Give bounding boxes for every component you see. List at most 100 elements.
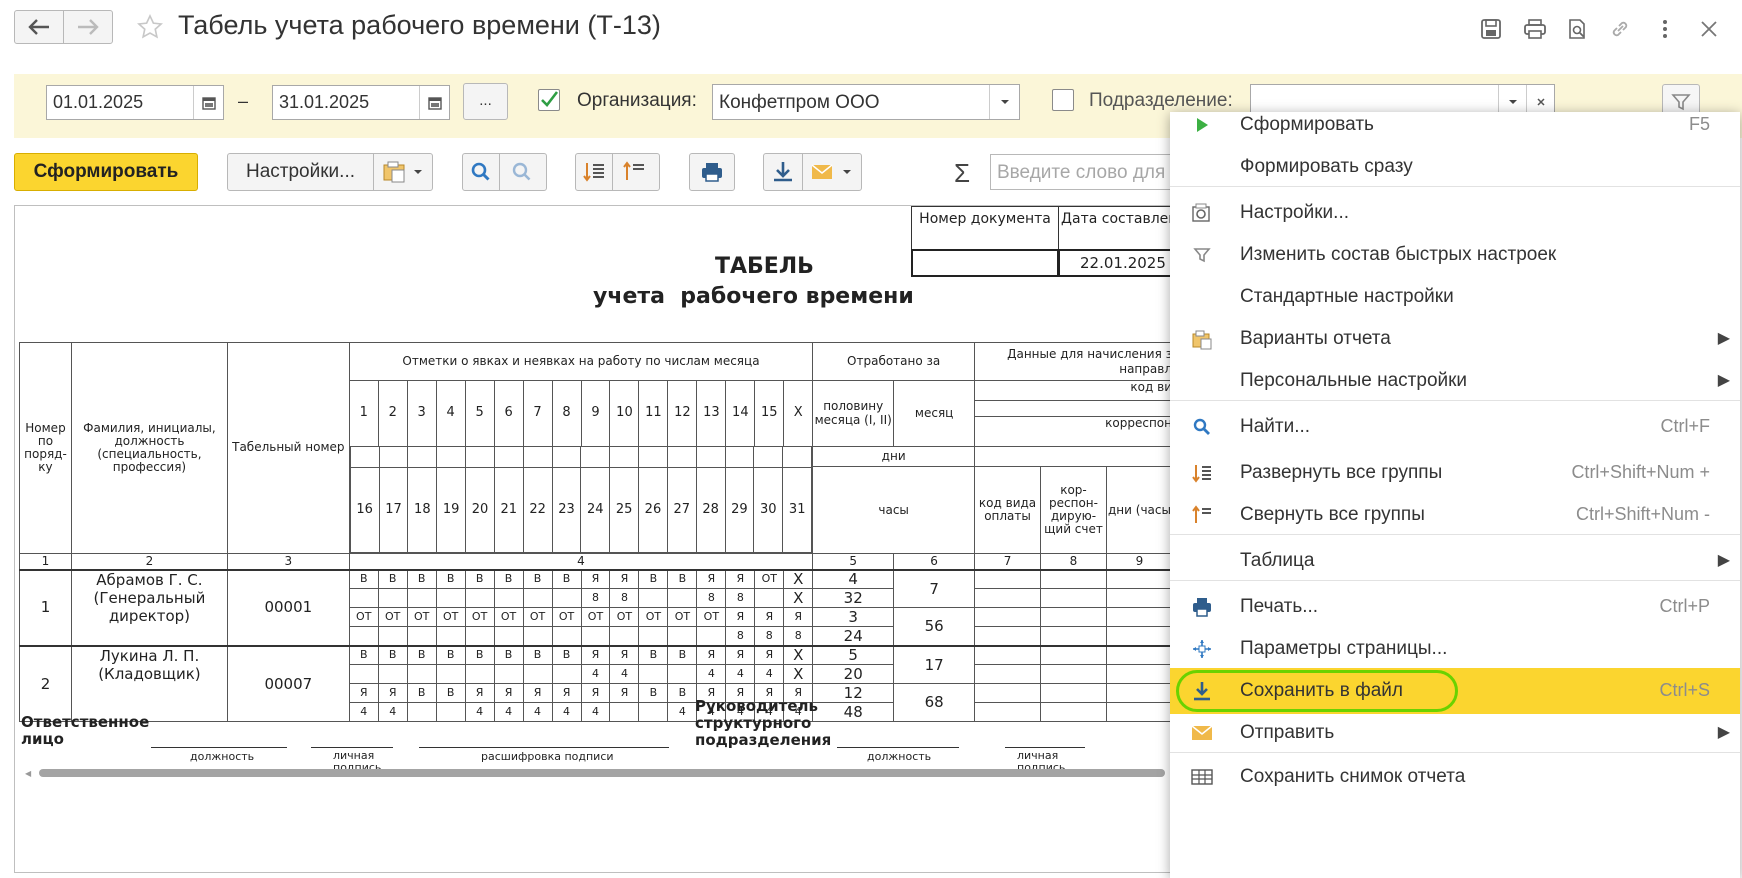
period-select-button[interactable]: ...	[463, 83, 508, 120]
print-button[interactable]	[689, 153, 735, 191]
find-next-button[interactable]	[499, 153, 547, 191]
attendance-cell: 8	[580, 588, 611, 608]
employee-row: 1 Абрамов Г. С. (Генеральный директор) 000…	[19, 568, 1173, 646]
attendance-cell: Я	[725, 607, 756, 627]
attendance-cell: В	[435, 644, 466, 665]
attendance-cell: 8	[725, 626, 756, 646]
department-checkbox[interactable]	[1052, 89, 1074, 111]
menu-item-find[interactable]: Найти... Ctrl+F	[1170, 404, 1740, 450]
menu-item-edit-quick-settings[interactable]: Изменить состав быстрых настроек	[1170, 232, 1740, 278]
save-to-file-button[interactable]	[763, 153, 803, 191]
find-button[interactable]	[462, 153, 500, 191]
print-icon[interactable]	[1520, 14, 1550, 44]
attendance-cell: ОТ	[580, 607, 611, 627]
report-sheet[interactable]: Номер документа Дата составления 22.01.2…	[14, 205, 1174, 873]
calendar-icon[interactable]	[193, 86, 223, 119]
column-number-cell: 3	[226, 553, 350, 570]
calendar-icon[interactable]	[419, 86, 449, 119]
menu-item-standard-settings[interactable]: Стандартные настройки	[1170, 274, 1740, 320]
attendance-cell	[493, 664, 524, 684]
menu-item-settings[interactable]: Настройки...	[1170, 190, 1740, 236]
attendance-cell: В	[406, 644, 437, 665]
menu-item-send[interactable]: Отправить ▶	[1170, 710, 1740, 756]
day-number-cell: 24	[580, 466, 611, 553]
date-range-dash: –	[238, 91, 249, 111]
sum-sigma[interactable]: Σ	[954, 158, 970, 189]
day-number-cell: 31	[782, 466, 812, 553]
favorite-star-icon[interactable]	[134, 10, 166, 44]
attendance-cell: 4	[348, 702, 379, 722]
search-icon	[1190, 415, 1214, 439]
worked-half-value: 4	[812, 568, 895, 589]
menu-item-generate-immediately[interactable]: Формировать сразу	[1170, 144, 1740, 190]
organization-checkbox[interactable]	[538, 89, 560, 111]
day-number-cell: 7	[522, 380, 553, 447]
position-caption: должность	[190, 750, 255, 763]
menu-item-report-variants[interactable]: Варианты отчета ▶	[1170, 316, 1740, 362]
save-icon[interactable]	[1476, 14, 1506, 44]
send-button[interactable]	[802, 153, 862, 191]
attendance-cell: Я	[754, 607, 785, 627]
dropdown-arrow-icon[interactable]	[989, 85, 1019, 119]
checkmark-icon	[541, 91, 559, 107]
day-number-cell: 14	[725, 380, 756, 447]
menu-item-save-snapshot[interactable]: Сохранить снимок отчета	[1170, 754, 1740, 800]
generate-button[interactable]: Сформировать	[14, 153, 198, 191]
expand-groups-icon	[583, 163, 604, 182]
menu-item-personal-settings[interactable]: Персональные настройки ▶	[1170, 358, 1740, 404]
date-to-field[interactable]: 31.01.2025	[272, 85, 450, 120]
blank-cell	[753, 447, 784, 468]
payroll-cell	[974, 702, 1042, 722]
menu-item-save-to-file[interactable]: Сохранить в файл Ctrl+S	[1170, 668, 1740, 714]
blank-cell	[695, 447, 726, 468]
close-icon[interactable]	[1694, 14, 1724, 44]
attendance-cell: Я	[725, 568, 756, 589]
attendance-cell: 4	[667, 702, 698, 722]
menu-item-generate[interactable]: Сформировать F5	[1170, 112, 1740, 148]
attendance-cell: 4	[580, 664, 611, 684]
doc-date-box: Дата составления	[1058, 206, 1173, 250]
menu-item-expand-all[interactable]: Развернуть все группы Ctrl+Shift+Num +	[1170, 450, 1740, 496]
day-number-cell: 10	[609, 380, 640, 447]
attendance-cell: 4	[696, 664, 727, 684]
expand-groups-button[interactable]	[575, 153, 613, 191]
attendance-cell	[464, 588, 495, 608]
date-from-field[interactable]: 01.01.2025	[46, 85, 224, 120]
signature-line	[837, 747, 959, 748]
collapse-groups-button[interactable]	[612, 153, 660, 191]
menu-item-table[interactable]: Таблица ▶	[1170, 538, 1740, 584]
attendance-cell: 8	[609, 588, 640, 608]
menu-item-label: Найти...	[1240, 416, 1311, 437]
menu-item-print[interactable]: Печать... Ctrl+P	[1170, 584, 1740, 630]
settings-button[interactable]: Настройки...	[227, 153, 374, 191]
attendance-cell: Я	[580, 568, 611, 589]
header-code-kind-text: код ви	[1130, 380, 1172, 394]
more-vertical-icon[interactable]	[1650, 14, 1680, 44]
window-title: Табель учета рабочего времени (Т-13)	[178, 10, 661, 40]
payroll-cell	[1040, 626, 1107, 646]
blank-cell	[350, 447, 380, 468]
link-icon[interactable]	[1605, 14, 1635, 44]
preview-icon[interactable]	[1562, 14, 1592, 44]
scroll-left-arrow[interactable]: ◀	[25, 769, 31, 778]
organization-field[interactable]: Конфетпром ООО	[712, 84, 1020, 120]
attendance-cell: Я	[377, 683, 408, 703]
report-variants-button[interactable]	[373, 153, 433, 191]
search-field[interactable]: Введите слово для	[990, 154, 1180, 190]
day-number-cell: 20	[465, 466, 495, 553]
header-hours: часы	[812, 466, 976, 554]
attendance-cell	[435, 588, 466, 608]
horizontal-scrollbar[interactable]: ◀	[25, 768, 1165, 778]
forward-button[interactable]	[63, 10, 113, 44]
scrollbar-thumb[interactable]	[39, 769, 1165, 777]
attendance-cell: В	[464, 568, 495, 589]
menu-item-page-setup[interactable]: Параметры страницы...	[1170, 626, 1740, 672]
blank-cell	[609, 447, 640, 468]
column-numbers-row: 123456789	[19, 553, 1173, 570]
days-second-holder: 16 17 18 19 20 21 22 23 24 25 26 27 28 29 30 31	[348, 446, 814, 554]
menu-item-collapse-all[interactable]: Свернуть все группы Ctrl+Shift+Num -	[1170, 492, 1740, 538]
employee-name: Абрамов Г. С. (Генеральный директор)	[70, 568, 228, 646]
column-number-cell: 6	[893, 553, 976, 570]
back-button[interactable]	[14, 10, 64, 44]
attendance-cell: В	[348, 568, 379, 589]
